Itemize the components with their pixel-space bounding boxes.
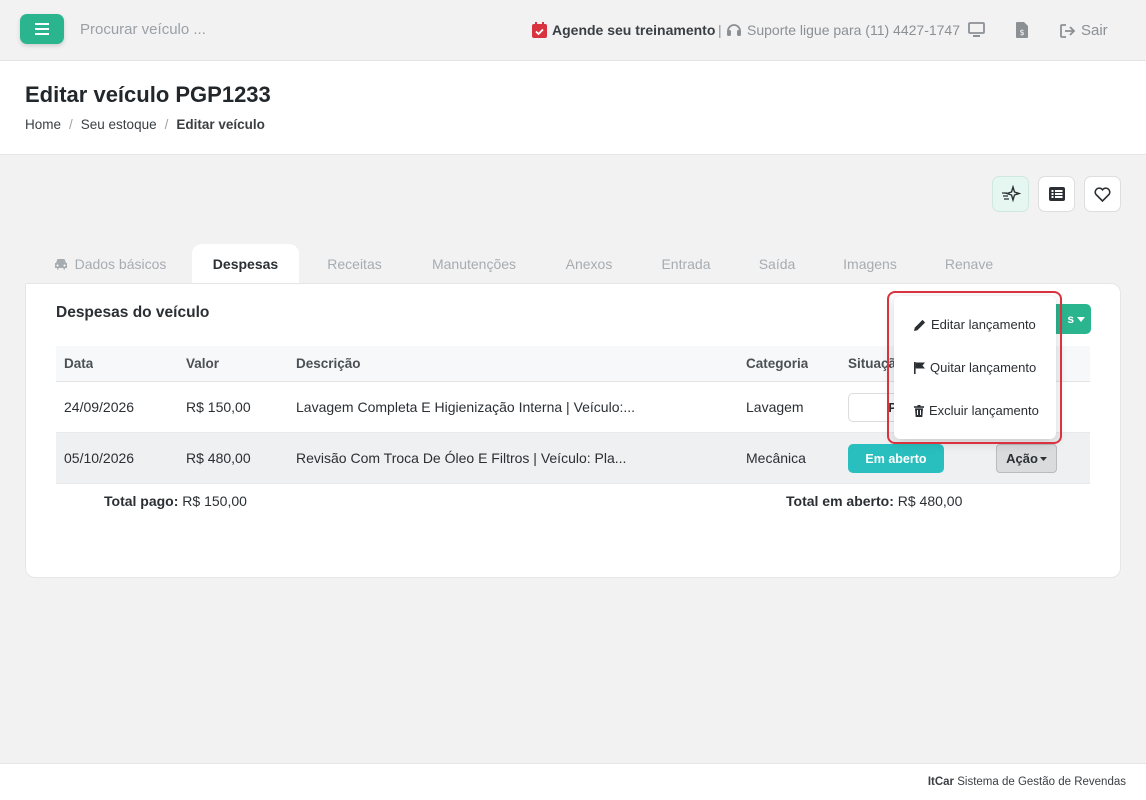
document-button[interactable]: $ (1016, 22, 1028, 38)
breadcrumb-stock[interactable]: Seu estoque (81, 117, 157, 132)
exit-label: Sair (1081, 22, 1108, 39)
monitor-button[interactable] (968, 22, 985, 37)
tab-label: Renave (944, 256, 994, 272)
cell-valor: R$ 480,00 (186, 450, 251, 466)
support-info: Suporte ligue para (11) 4427-1747 (726, 22, 960, 38)
dropdown-highlight-frame (887, 291, 1062, 444)
footer-brand: ItCar (927, 776, 955, 788)
action-dropdown-button[interactable]: Ação (996, 444, 1057, 473)
training-link[interactable]: Agende seu treinamento (532, 22, 715, 38)
card-title: Despesas do veículo (56, 304, 210, 321)
menu-toggle-button[interactable] (20, 14, 64, 44)
cell-categoria: Mecânica (746, 450, 806, 466)
cell-descricao: Revisão Com Troca De Óleo E Filtros | Ve… (296, 450, 627, 466)
caret-down-icon (1077, 316, 1085, 322)
list-icon (1048, 187, 1065, 201)
monitor-icon (968, 22, 985, 37)
ai-assist-button[interactable] (992, 176, 1029, 212)
tab-label: Anexos (565, 256, 613, 272)
page-header: Editar veículo PGP1233 Home / Seu estoqu… (0, 61, 1146, 155)
cell-data: 05/10/2026 (64, 450, 135, 466)
sign-out-icon (1060, 23, 1076, 38)
breadcrumb-separator: / (164, 117, 169, 132)
footer-text: ItCar Sistema de Gestão de Revendas (928, 776, 1126, 788)
sparkle-icon (1001, 185, 1021, 203)
cell-categoria: Lavagem (746, 399, 804, 415)
breadcrumb-current: Editar veículo (176, 117, 265, 132)
headset-icon (727, 24, 741, 36)
tab-label: Entrada (661, 256, 711, 272)
total-paid: Total pago: R$ 150,00 (104, 493, 247, 509)
column-header-descricao: Descrição (296, 356, 361, 371)
exit-button[interactable]: Sair (1060, 22, 1108, 39)
support-label: Suporte ligue para (11) 4427-1747 (747, 22, 961, 38)
breadcrumb-separator: / (69, 117, 73, 132)
tab-label: Imagens (843, 256, 897, 272)
footer-description: Sistema de Gestão de Revendas (957, 776, 1126, 788)
breadcrumb: Home / Seu estoque / Editar veículo (25, 117, 265, 132)
caret-down-icon (1039, 456, 1047, 461)
tab-label: Despesas (212, 256, 279, 272)
tab-label: Saída (758, 256, 796, 272)
list-view-button[interactable] (1038, 176, 1075, 212)
cell-valor: R$ 150,00 (186, 399, 251, 415)
heart-icon (1094, 186, 1111, 202)
total-paid-value: R$ 150,00 (182, 493, 247, 509)
column-header-valor: Valor (186, 356, 220, 371)
tab-receitas[interactable]: Receitas (313, 244, 396, 284)
topbar-separator: | (718, 22, 722, 38)
total-open-label: Total em aberto: (786, 493, 894, 509)
breadcrumb-home[interactable]: Home (25, 117, 61, 132)
column-header-categoria: Categoria (746, 356, 809, 371)
tab-label: Receitas (327, 256, 382, 272)
total-open-value: R$ 480,00 (897, 493, 963, 509)
car-icon (54, 259, 67, 270)
cell-data: 24/09/2026 (64, 399, 135, 415)
tab-entrada[interactable]: Entrada (648, 244, 724, 284)
page-title: Editar veículo PGP1233 (25, 82, 271, 107)
add-expense-label: s (1067, 312, 1074, 326)
tab-label: Dados básicos (74, 256, 167, 272)
file-dollar-icon: $ (1016, 22, 1028, 38)
tab-manutencoes[interactable]: Manutenções (417, 244, 531, 284)
top-bar: Agende seu treinamento | Suporte ligue p… (0, 0, 1146, 61)
column-header-data: Data (64, 356, 94, 371)
cell-descricao: Lavagem Completa E Higienização Interna … (296, 399, 636, 415)
tab-despesas[interactable]: Despesas (192, 244, 299, 284)
action-label: Ação (1006, 451, 1038, 466)
tab-label: Manutenções (431, 256, 517, 272)
total-open: Total em aberto: R$ 480,00 (786, 493, 962, 509)
calendar-check-icon (532, 22, 547, 38)
tab-imagens[interactable]: Imagens (830, 244, 910, 284)
tab-anexos[interactable]: Anexos (553, 244, 625, 284)
status-label: Em aberto (865, 451, 927, 466)
tab-saida[interactable]: Saída (745, 244, 809, 284)
total-paid-label: Total pago: (104, 493, 179, 509)
svg-text:$: $ (1019, 28, 1024, 37)
favorite-button[interactable] (1084, 176, 1121, 212)
footer: ItCar Sistema de Gestão de Revendas (0, 763, 1146, 800)
tab-renave[interactable]: Renave (932, 244, 1006, 284)
hamburger-icon (35, 23, 49, 35)
training-label: Agende seu treinamento (552, 22, 716, 38)
search-input[interactable] (80, 21, 340, 38)
status-open-button[interactable]: Em aberto (848, 444, 944, 473)
tab-dados-basicos[interactable]: Dados básicos (40, 244, 180, 284)
